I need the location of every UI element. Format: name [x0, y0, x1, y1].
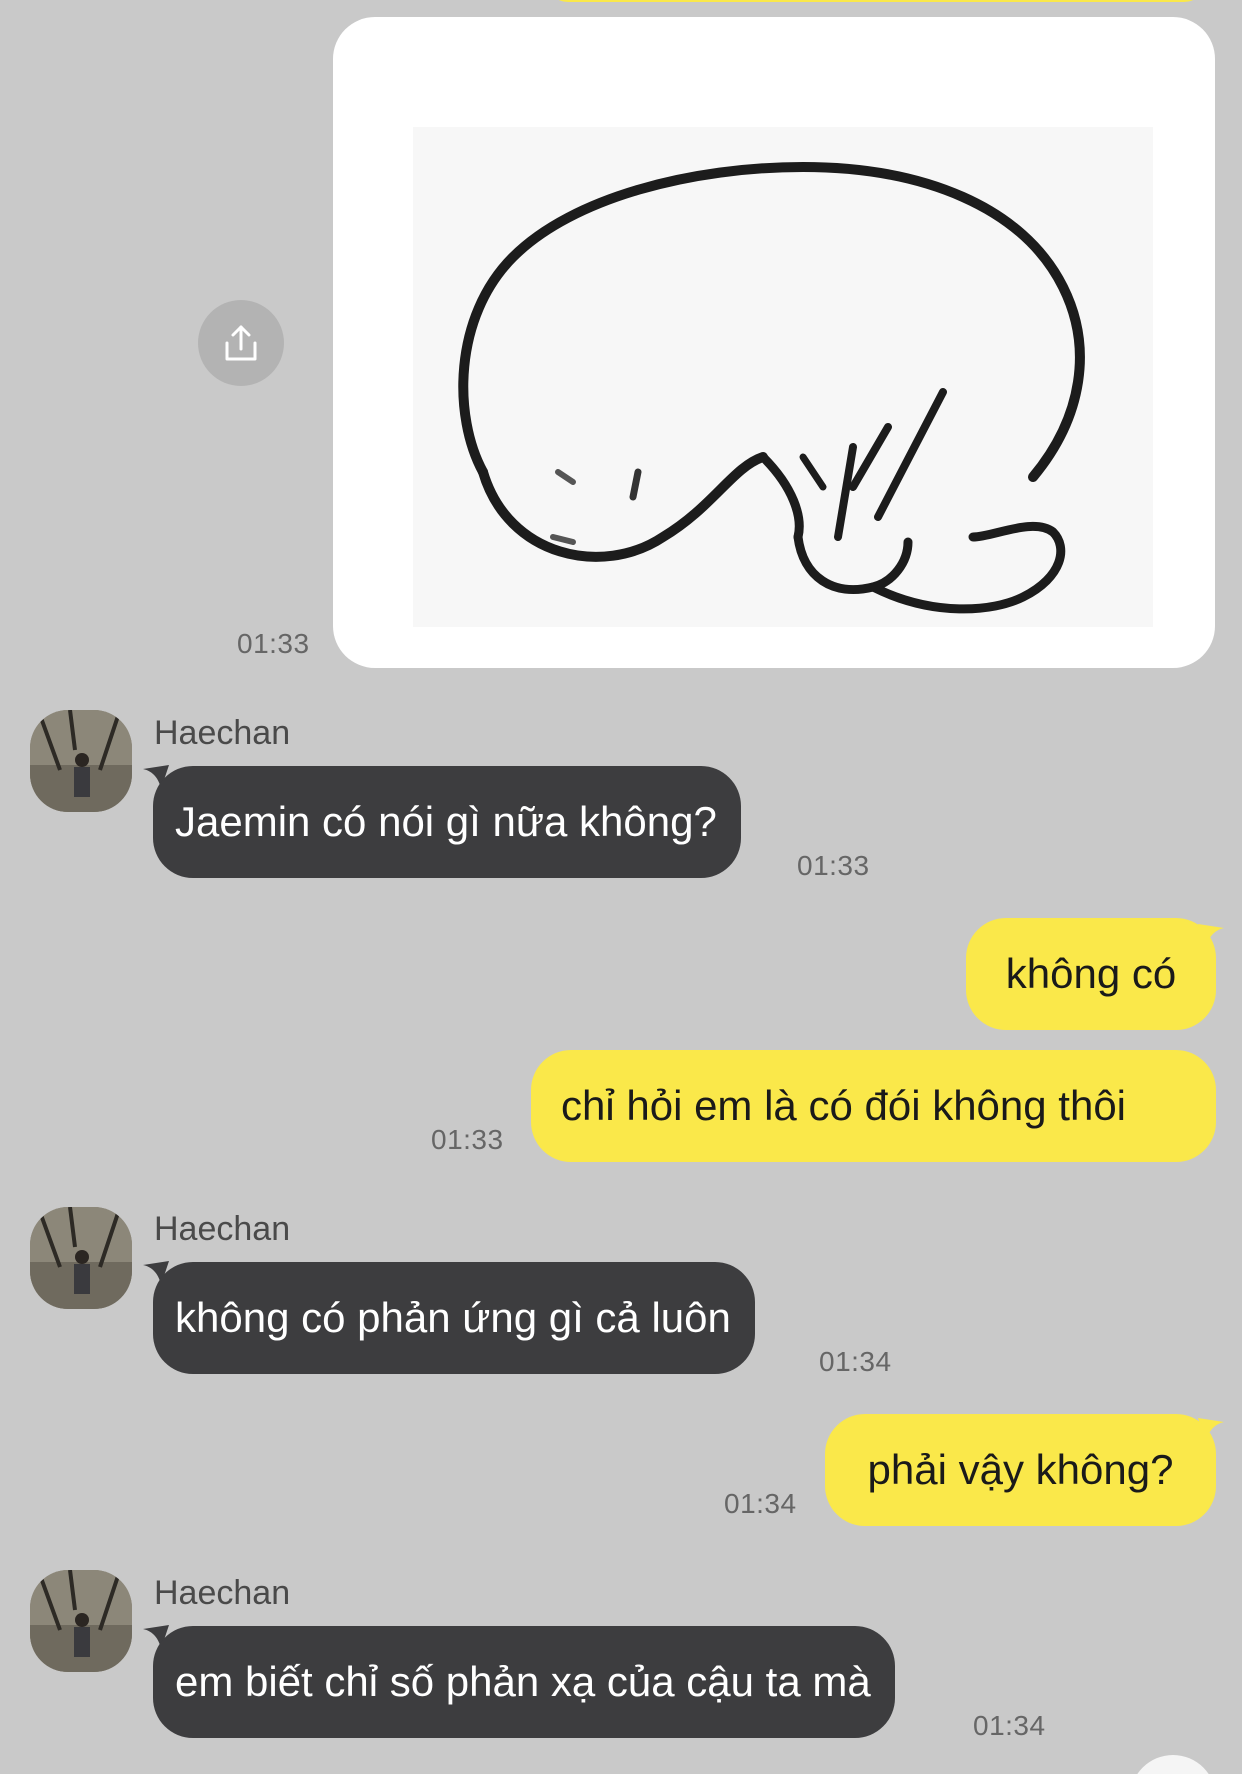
message-bubble-incoming[interactable]: không có phản ứng gì cả luôn: [153, 1262, 755, 1374]
sender-name: Haechan: [154, 1574, 291, 1612]
message-bubble-incoming[interactable]: Jaemin có nói gì nữa không?: [153, 766, 741, 878]
message-text: Jaemin có nói gì nữa không?: [175, 798, 717, 845]
sender-name: Haechan: [154, 714, 291, 752]
message-text: em biết chỉ số phản xạ của cậu ta mà: [175, 1658, 871, 1705]
avatar-photo-icon: [30, 710, 132, 812]
scroll-to-bottom-button[interactable]: [1130, 1755, 1216, 1774]
message-text: không có phản ứng gì cả luôn: [175, 1294, 731, 1341]
sender-name: Haechan: [154, 1210, 291, 1248]
message-text: chỉ hỏi em là có đói không thôi: [561, 1082, 1127, 1129]
message-time: 01:34: [819, 1346, 892, 1377]
message-time: 01:33: [797, 850, 870, 881]
message-bubble-incoming[interactable]: em biết chỉ số phản xạ của cậu ta mà: [153, 1626, 895, 1738]
message-time: 01:33: [431, 1124, 504, 1155]
chat-thread[interactable]: 01:33 Haechan Jaemin có nói gì nữa không…: [0, 0, 1242, 1774]
message-text: phải vậy không?: [867, 1446, 1174, 1493]
message-time: 01:34: [973, 1710, 1046, 1741]
message-bubble-outgoing[interactable]: không có: [966, 918, 1216, 1030]
avatar-haechan[interactable]: [30, 710, 132, 812]
avatar-photo-icon: [30, 1207, 132, 1309]
message-bubble-outgoing[interactable]: chỉ hỏi em là có đói không thôi: [531, 1050, 1216, 1162]
sleeping-cat-doodle: [413, 127, 1153, 627]
share-button[interactable]: [198, 300, 284, 386]
avatar-haechan[interactable]: [30, 1570, 132, 1672]
share-upload-icon: [225, 325, 257, 361]
avatar-photo-icon: [30, 1570, 132, 1672]
message-text: không có: [1005, 950, 1177, 997]
image-message[interactable]: [333, 17, 1215, 668]
previous-outgoing-bubble: [546, 0, 1206, 2]
message-time: 01:34: [724, 1488, 797, 1519]
avatar-haechan[interactable]: [30, 1207, 132, 1309]
image-message-time: 01:33: [237, 628, 310, 659]
message-bubble-outgoing[interactable]: phải vậy không?: [825, 1414, 1216, 1526]
